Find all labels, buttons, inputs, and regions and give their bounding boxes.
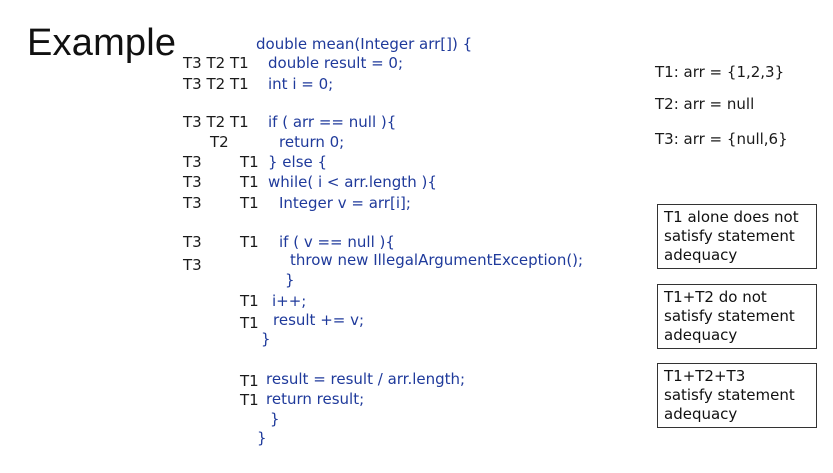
note-line: adequacy: [664, 405, 738, 423]
note-line: T1 alone does not: [664, 208, 799, 226]
note-box-t1: T1 alone does not satisfy statement adeq…: [657, 204, 817, 269]
test-tags: T3: [183, 256, 202, 274]
test-tags: T3: [183, 153, 202, 171]
test-tags: T1: [240, 233, 259, 251]
note-line: adequacy: [664, 246, 738, 264]
test-tags: T1: [240, 391, 259, 409]
code-line: return 0;: [279, 133, 345, 151]
test-case-t1: T1: arr = {1,2,3}: [655, 63, 785, 81]
note-box-t1-t2: T1+T2 do not satisfy statement adequacy: [657, 284, 817, 349]
note-line: satisfy statement: [664, 227, 795, 245]
code-line: if ( arr == null ){: [268, 113, 397, 131]
test-tags: T3: [183, 194, 202, 212]
code-line: result += v;: [273, 311, 365, 329]
code-signature: double mean(Integer arr[]) {: [256, 35, 473, 53]
code-line: while( i < arr.length ){: [268, 173, 437, 191]
test-tags: T3: [183, 173, 202, 191]
code-line: throw new IllegalArgumentException();: [290, 251, 584, 269]
test-tags: T1: [240, 292, 259, 310]
code-line: }: [270, 410, 280, 428]
test-tags: T1: [240, 372, 259, 390]
test-tags: T1: [240, 153, 259, 171]
note-line: T1+T2+T3: [664, 367, 746, 385]
test-tags: T3: [183, 233, 202, 251]
test-tags: T2: [210, 133, 229, 151]
code-line: } else {: [268, 153, 328, 171]
code-line: Integer v = arr[i];: [279, 194, 411, 212]
code-line: }: [285, 271, 295, 289]
code-line: if ( v == null ){: [279, 233, 395, 251]
test-tags: T3 T2 T1: [183, 113, 249, 131]
note-line: satisfy statement: [664, 307, 795, 325]
code-line: result = result / arr.length;: [266, 370, 466, 388]
test-case-t2: T2: arr = null: [655, 95, 755, 113]
code-line: return result;: [266, 390, 365, 408]
slide-title: Example: [27, 22, 177, 64]
test-tags: T1: [240, 194, 259, 212]
code-line: double result = 0;: [268, 54, 404, 72]
note-line: satisfy statement: [664, 386, 795, 404]
code-line: }: [257, 429, 267, 447]
test-tags: T1: [240, 314, 259, 332]
code-line: i++;: [272, 292, 307, 310]
test-tags: T1: [240, 173, 259, 191]
note-box-t1-t2-t3: T1+T2+T3 satisfy statement adequacy: [657, 363, 817, 428]
note-line: T1+T2 do not: [664, 288, 767, 306]
test-tags: T3 T2 T1: [183, 54, 249, 72]
test-tags: T3 T2 T1: [183, 75, 249, 93]
note-line: adequacy: [664, 326, 738, 344]
code-line: int i = 0;: [268, 75, 334, 93]
test-case-t3: T3: arr = {null,6}: [655, 130, 788, 148]
code-line: }: [261, 330, 271, 348]
